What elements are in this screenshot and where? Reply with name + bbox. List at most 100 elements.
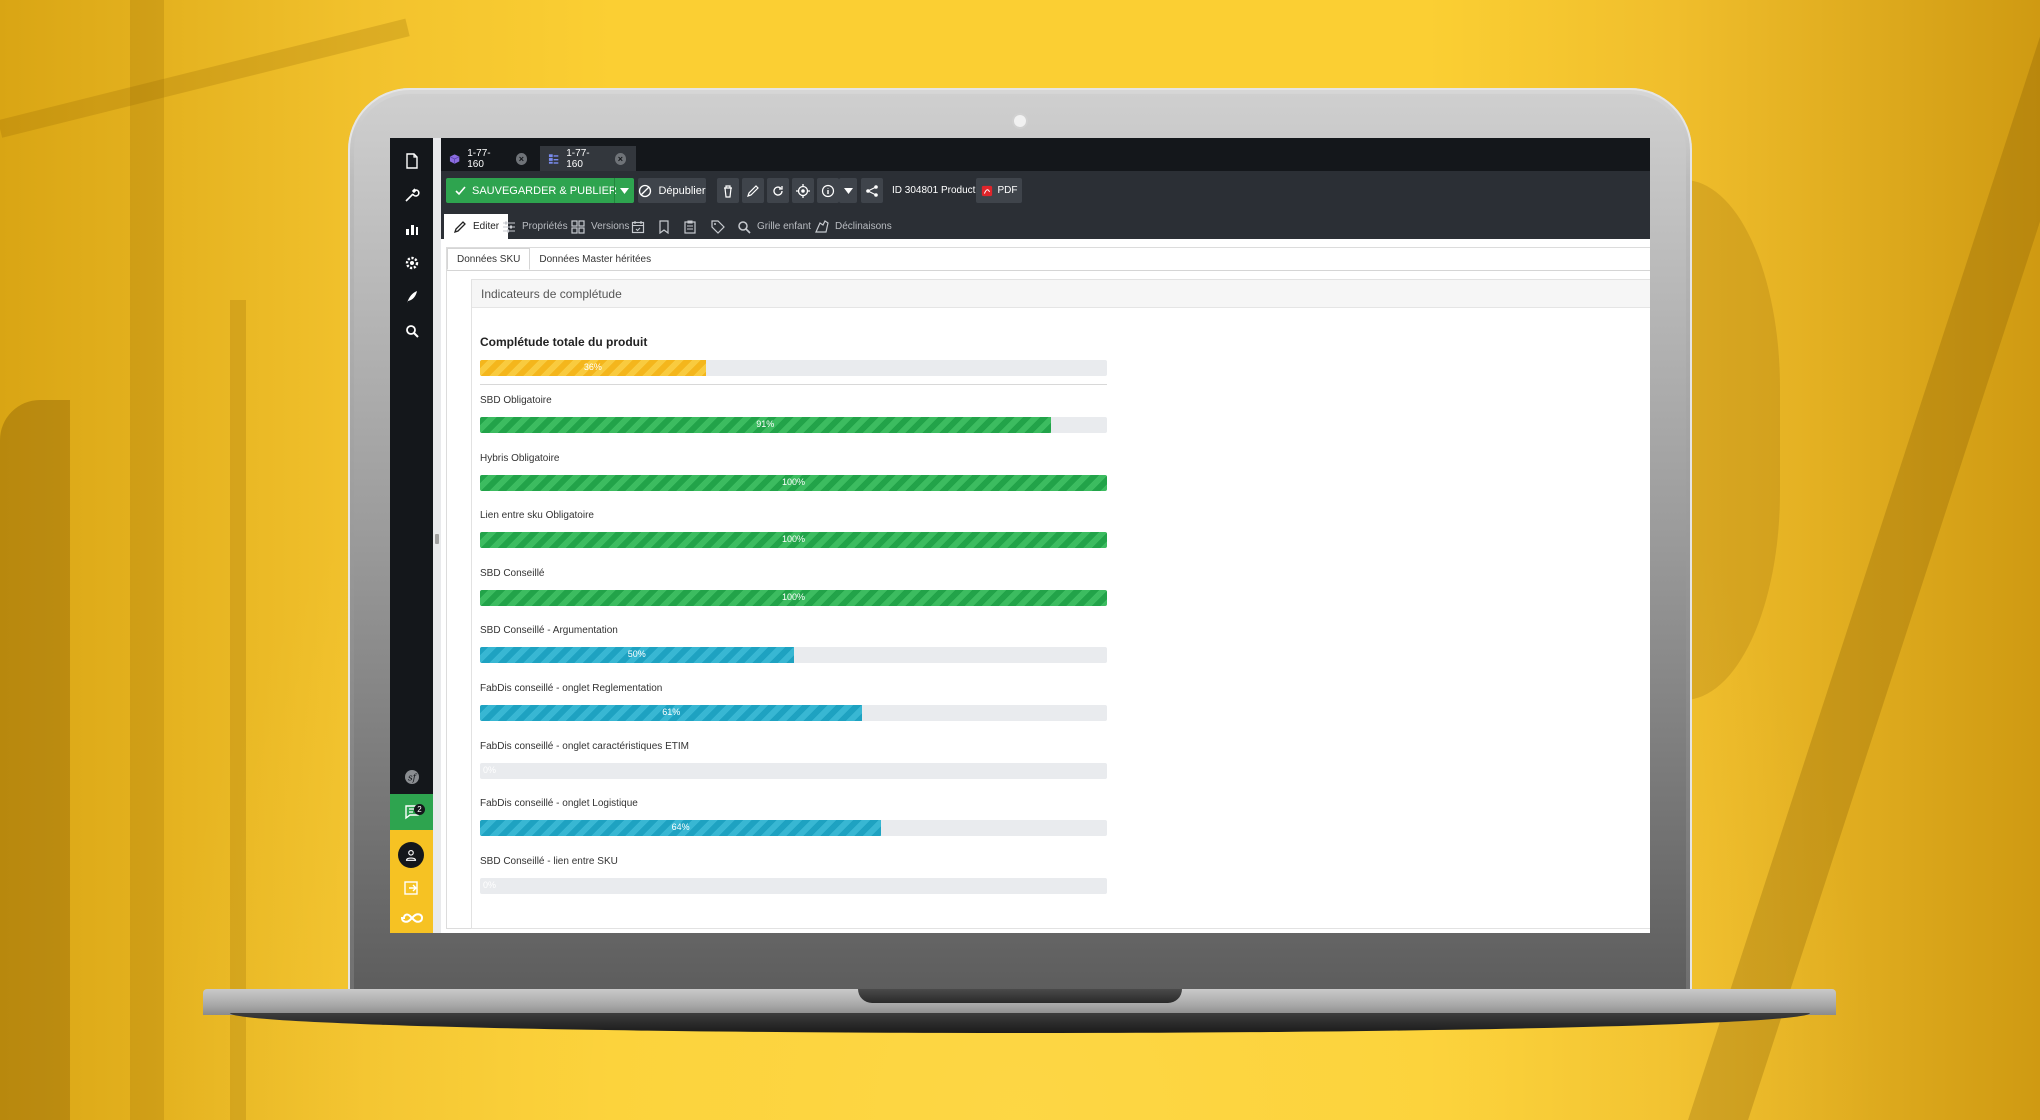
variant-list-icon bbox=[548, 153, 559, 164]
ban-icon bbox=[639, 184, 652, 197]
indicator-label: FabDis conseillé - onglet Reglementation bbox=[480, 683, 663, 694]
caret-down-icon bbox=[620, 187, 629, 194]
total-progress-bar: 36% bbox=[480, 360, 1107, 376]
document-icon[interactable] bbox=[390, 144, 433, 178]
sidebar-resize-handle[interactable] bbox=[433, 138, 441, 933]
tab-versions[interactable]: Versions bbox=[571, 214, 629, 239]
indicator-progress-text: 64% bbox=[671, 822, 690, 833]
laptop-notch bbox=[858, 989, 1182, 1003]
completeness-panel: Indicateurs de complétude Complétude tot… bbox=[471, 279, 1650, 929]
background-beam bbox=[0, 400, 70, 1120]
indicator-progress-text: 0% bbox=[483, 764, 497, 775]
indicator-label: Lien entre sku Obligatoire bbox=[480, 510, 594, 522]
indicator-progress-bar: 0% bbox=[480, 762, 1107, 779]
info-dropdown[interactable] bbox=[839, 178, 857, 203]
locate-button[interactable] bbox=[792, 178, 814, 203]
variants-icon bbox=[815, 219, 829, 233]
panel-header: Indicateurs de complétude bbox=[472, 280, 1650, 308]
infinity-logo-icon bbox=[396, 910, 428, 931]
notification-badge: 2 bbox=[414, 804, 425, 815]
indicator-progress-fill: 91% bbox=[480, 417, 1051, 433]
indicator-label: FabDis conseillé - onglet caractéristiqu… bbox=[480, 740, 689, 752]
tab-properties-label: Propriétés bbox=[522, 221, 568, 232]
notifications-button[interactable]: 2 bbox=[390, 794, 433, 830]
indicator-progress-bar: 64% bbox=[480, 820, 1107, 837]
info-icon bbox=[821, 184, 835, 197]
indicator-progress-bar: 61% bbox=[480, 705, 1107, 721]
pdf-button[interactable]: PDF bbox=[976, 178, 1022, 203]
indicator-progress-fill: 50% bbox=[480, 647, 794, 664]
indicator-label: SBD Conseillé - lien entre SKU bbox=[480, 855, 618, 867]
tab-schedule[interactable] bbox=[631, 214, 645, 239]
tab-variants[interactable]: Déclinaisons bbox=[815, 214, 892, 239]
panel-title: Indicateurs de complétude bbox=[481, 287, 622, 301]
unpublish-label: Dépublier bbox=[658, 184, 706, 197]
wrench-icon[interactable] bbox=[390, 178, 433, 212]
unpublish-button[interactable]: Dépublier bbox=[638, 178, 706, 203]
tab-bookmarks[interactable] bbox=[657, 214, 671, 239]
search-icon[interactable] bbox=[390, 314, 433, 348]
background-beam bbox=[0, 18, 410, 138]
tab-variant[interactable]: 1-77-160 × bbox=[540, 146, 636, 171]
save-publish-button[interactable]: SAUVEGARDER & PUBLIER bbox=[446, 178, 634, 203]
tab-notes[interactable] bbox=[683, 214, 697, 239]
indicator-progress-text: 61% bbox=[662, 707, 681, 717]
indicator-progress-bar: 50% bbox=[480, 647, 1107, 664]
symfony-icon[interactable]: sf bbox=[390, 760, 433, 794]
total-completeness-title: Complétude totale du produit bbox=[480, 335, 648, 349]
indicator-progress-bar: 100% bbox=[480, 474, 1107, 491]
indicator-label: SBD Obligatoire bbox=[480, 395, 552, 406]
tab-edit[interactable]: Editer bbox=[444, 214, 509, 239]
indicator-progress-fill: 64% bbox=[480, 820, 882, 837]
data-tabs: Données SKU Données Master héritées bbox=[447, 248, 660, 270]
divider bbox=[480, 384, 1107, 385]
tab-label: 1-77-160 bbox=[566, 147, 590, 170]
share-button[interactable] bbox=[861, 178, 883, 203]
sidebar-user-area bbox=[390, 830, 433, 933]
tab-sku-data[interactable]: Données SKU bbox=[447, 248, 531, 270]
total-progress-fill: 36% bbox=[480, 360, 706, 376]
tab-properties[interactable]: Propriétés bbox=[502, 214, 568, 239]
indicator-label: FabDis conseillé - onglet Logistique bbox=[480, 798, 638, 810]
refresh-icon bbox=[773, 185, 783, 196]
tab-product[interactable]: 1-77-160 × bbox=[441, 146, 537, 171]
save-options-dropdown[interactable] bbox=[614, 178, 634, 203]
close-icon[interactable]: × bbox=[515, 152, 528, 165]
tab-child-grid-label: Grille enfant bbox=[757, 221, 811, 232]
logout-icon[interactable] bbox=[403, 880, 419, 901]
app-screen: sf 2 1-77-160 × 1-77-160 × SAUVEGARDER &… bbox=[390, 138, 1650, 933]
calendar-icon bbox=[631, 220, 645, 233]
rename-button[interactable] bbox=[742, 178, 764, 203]
webcam bbox=[1012, 113, 1028, 129]
clipboard-icon bbox=[684, 219, 696, 234]
pdf-label: PDF bbox=[997, 185, 1018, 196]
tab-variants-label: Déclinaisons bbox=[835, 221, 892, 232]
info-button[interactable] bbox=[817, 178, 839, 203]
delete-button[interactable] bbox=[717, 178, 739, 203]
search-icon bbox=[738, 220, 751, 234]
close-icon[interactable]: × bbox=[614, 152, 627, 165]
gear-icon[interactable] bbox=[390, 246, 433, 280]
check-icon bbox=[455, 186, 466, 196]
tab-master-data[interactable]: Données Master héritées bbox=[530, 248, 660, 270]
tab-label: 1-77-160 bbox=[467, 147, 491, 170]
tab-child-grid[interactable]: Grille enfant bbox=[737, 214, 811, 239]
indicator-progress-fill: 100% bbox=[480, 532, 1107, 549]
user-icon bbox=[405, 849, 417, 861]
indicator-label: SBD Conseillé bbox=[480, 567, 545, 579]
tab-tags[interactable] bbox=[711, 214, 725, 239]
tab-bar: 1-77-160 × 1-77-160 × bbox=[441, 138, 1650, 171]
indicator-progress-fill: 100% bbox=[480, 589, 1107, 606]
total-progress-text: 36% bbox=[583, 362, 602, 372]
trash-icon bbox=[724, 184, 732, 198]
avatar[interactable] bbox=[398, 842, 424, 868]
indicator-progress-text: 91% bbox=[756, 419, 775, 429]
feather-icon[interactable] bbox=[390, 280, 433, 314]
pencil-icon bbox=[453, 220, 466, 233]
grid-icon bbox=[571, 219, 585, 234]
indicator-progress-bar: 100% bbox=[480, 532, 1107, 549]
sidebar: sf 2 bbox=[390, 138, 433, 933]
bar-chart-icon[interactable] bbox=[390, 212, 433, 246]
reload-button[interactable] bbox=[767, 178, 789, 203]
indicator-progress-fill: 61% bbox=[480, 705, 863, 721]
